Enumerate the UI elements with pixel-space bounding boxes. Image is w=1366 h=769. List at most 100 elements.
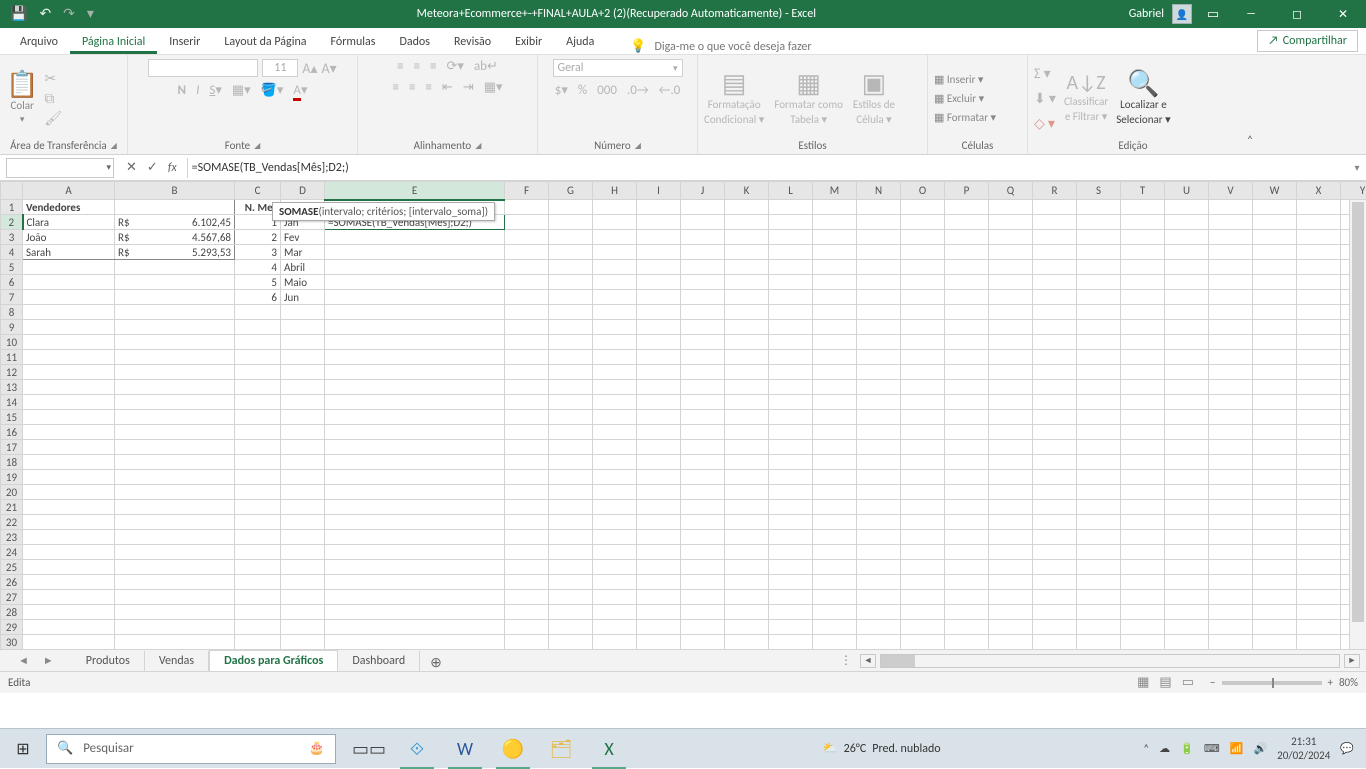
zoom-value[interactable]: 80% xyxy=(1339,676,1358,689)
onedrive-icon[interactable]: ☁ xyxy=(1159,742,1170,755)
sort-filter-button[interactable]: A↓Z Classificar e Filtrar ▾ xyxy=(1064,73,1108,123)
cell[interactable] xyxy=(1121,290,1165,305)
cell[interactable] xyxy=(593,590,637,605)
cell[interactable] xyxy=(901,605,945,620)
cell[interactable] xyxy=(115,620,235,635)
cell[interactable] xyxy=(549,425,593,440)
qat-more-icon[interactable]: ▾ xyxy=(87,7,94,21)
cell[interactable] xyxy=(505,200,549,215)
cell[interactable] xyxy=(901,410,945,425)
format-painter-icon[interactable]: 🖌 xyxy=(44,110,62,127)
cell[interactable] xyxy=(989,215,1033,230)
cell[interactable] xyxy=(857,425,901,440)
cell[interactable] xyxy=(23,590,115,605)
cell[interactable] xyxy=(549,500,593,515)
cell[interactable] xyxy=(1077,515,1121,530)
cell[interactable] xyxy=(1253,230,1297,245)
cell[interactable] xyxy=(505,275,549,290)
row-header[interactable]: 18 xyxy=(1,455,23,470)
cell[interactable] xyxy=(1077,290,1121,305)
cell[interactable] xyxy=(593,230,637,245)
row-header[interactable]: 15 xyxy=(1,410,23,425)
cell[interactable] xyxy=(857,200,901,215)
cell[interactable] xyxy=(769,470,813,485)
col-H[interactable]: H xyxy=(593,182,637,200)
cell[interactable] xyxy=(901,620,945,635)
cell[interactable] xyxy=(901,470,945,485)
cell[interactable] xyxy=(593,215,637,230)
cell[interactable] xyxy=(1253,470,1297,485)
cell[interactable] xyxy=(1077,245,1121,260)
cell[interactable] xyxy=(1033,350,1077,365)
cell[interactable] xyxy=(681,530,725,545)
cell[interactable] xyxy=(1165,350,1209,365)
cell[interactable] xyxy=(725,260,769,275)
battery-icon[interactable]: 🔋 xyxy=(1180,742,1194,755)
cell[interactable] xyxy=(325,260,505,275)
cell[interactable] xyxy=(1121,350,1165,365)
cell[interactable] xyxy=(593,275,637,290)
cell[interactable] xyxy=(813,365,857,380)
column-headers[interactable]: A B C D E F G H I J K L M N O P Q R S T xyxy=(1,182,1366,200)
cell[interactable] xyxy=(235,620,281,635)
cell[interactable] xyxy=(857,230,901,245)
cell[interactable] xyxy=(725,440,769,455)
cell[interactable] xyxy=(281,500,325,515)
cell[interactable] xyxy=(549,560,593,575)
cell[interactable] xyxy=(1165,305,1209,320)
cell[interactable] xyxy=(1077,215,1121,230)
cut-icon[interactable]: ✂ xyxy=(44,70,62,87)
cell[interactable] xyxy=(325,515,505,530)
cell[interactable] xyxy=(1121,305,1165,320)
cell[interactable] xyxy=(593,200,637,215)
cell[interactable] xyxy=(637,635,681,650)
cell[interactable] xyxy=(857,485,901,500)
cell[interactable] xyxy=(549,605,593,620)
system-tray[interactable]: ˄ ☁ 🔋 ⌨ 📶 🔊 21:31 20/02/2024 💬 xyxy=(1131,735,1366,761)
cell[interactable] xyxy=(235,635,281,650)
cell[interactable] xyxy=(115,515,235,530)
cell[interactable] xyxy=(23,350,115,365)
cell[interactable] xyxy=(1209,545,1253,560)
collapse-ribbon-icon[interactable]: ˄ xyxy=(1238,55,1262,154)
cell[interactable] xyxy=(857,635,901,650)
excel-icon[interactable]: X xyxy=(586,729,632,769)
cell[interactable]: Maio xyxy=(281,275,325,290)
row-header[interactable]: 9 xyxy=(1,320,23,335)
cell[interactable] xyxy=(857,440,901,455)
cell[interactable] xyxy=(857,215,901,230)
cell[interactable] xyxy=(1297,620,1341,635)
cell[interactable] xyxy=(769,500,813,515)
row-header[interactable]: 1 xyxy=(1,200,23,215)
cell[interactable] xyxy=(115,395,235,410)
cell[interactable] xyxy=(725,305,769,320)
cell[interactable] xyxy=(1033,455,1077,470)
cell[interactable] xyxy=(769,395,813,410)
cell[interactable] xyxy=(235,605,281,620)
cell[interactable] xyxy=(1297,545,1341,560)
cell[interactable] xyxy=(593,530,637,545)
cell[interactable] xyxy=(115,260,235,275)
cell[interactable] xyxy=(593,620,637,635)
cell[interactable] xyxy=(1253,590,1297,605)
cell[interactable] xyxy=(549,395,593,410)
cell[interactable] xyxy=(549,365,593,380)
cell[interactable] xyxy=(857,545,901,560)
cell[interactable] xyxy=(813,380,857,395)
explorer-icon[interactable]: 🗂 xyxy=(538,729,584,769)
cell[interactable] xyxy=(945,515,989,530)
cell[interactable] xyxy=(115,425,235,440)
dialog-launcher-icon[interactable]: ◢ xyxy=(111,141,117,151)
cell[interactable] xyxy=(549,380,593,395)
cell[interactable] xyxy=(235,455,281,470)
cell[interactable] xyxy=(115,380,235,395)
cell[interactable] xyxy=(725,620,769,635)
cell[interactable] xyxy=(549,335,593,350)
cell[interactable] xyxy=(725,545,769,560)
sheet-tab-vendas[interactable]: Vendas xyxy=(145,651,209,671)
cell[interactable] xyxy=(549,515,593,530)
cell[interactable] xyxy=(593,260,637,275)
cell[interactable] xyxy=(637,575,681,590)
cell[interactable] xyxy=(1209,560,1253,575)
cell[interactable] xyxy=(593,380,637,395)
